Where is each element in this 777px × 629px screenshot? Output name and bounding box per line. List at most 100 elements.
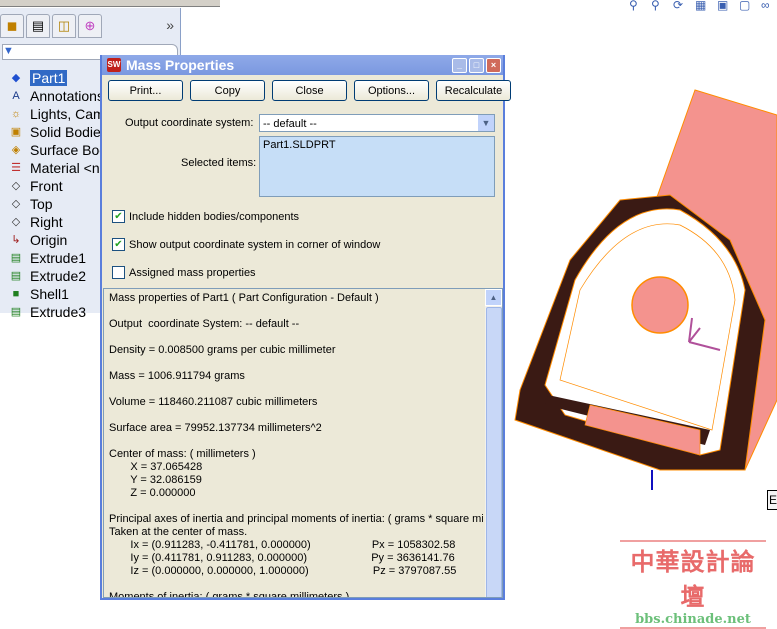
- tree-item[interactable]: ▤ Extrude3: [0, 303, 86, 321]
- result-line: Mass properties of Part1 ( Part Configur…: [109, 292, 379, 304]
- configuration-manager-tab-icon[interactable]: ◫: [52, 14, 76, 38]
- tree-item-label: Shell1: [30, 286, 69, 302]
- part-model: [514, 89, 777, 490]
- recalculate-button[interactable]: Recalculate: [436, 80, 511, 101]
- tree-item[interactable]: ◇ Right: [0, 213, 63, 231]
- result-line: Ix = (0.911283, -0.411781, 0.000000) Px …: [109, 539, 456, 551]
- tree-item-label: Solid Bodies: [30, 124, 108, 140]
- output-cs-label: Output coordinate system:: [125, 117, 254, 129]
- section-view-icon[interactable]: ▦: [695, 0, 711, 12]
- result-line: [109, 383, 483, 396]
- results-scrollbar[interactable]: ▲: [485, 289, 502, 597]
- part-icon: ◆: [11, 72, 21, 84]
- hide-show-icon[interactable]: ∞: [761, 0, 777, 12]
- result-line: [109, 500, 483, 513]
- display-style-icon[interactable]: ▢: [739, 0, 755, 12]
- extrude-icon: ▤: [10, 270, 22, 282]
- tree-item[interactable]: A Annotations: [0, 87, 104, 105]
- view-orientation-icon[interactable]: ▣: [717, 0, 733, 12]
- tree-item[interactable]: ↳ Origin: [0, 231, 67, 249]
- dialog-titlebar[interactable]: SW Mass Properties _ □ ×: [102, 55, 503, 75]
- results-textarea[interactable]: Mass properties of Part1 ( Part Configur…: [103, 288, 503, 598]
- result-line: Taken at the center of mass.: [109, 526, 248, 538]
- tree-item-label: Part1: [30, 70, 68, 86]
- selected-items-label: Selected items:: [181, 157, 257, 169]
- print-button[interactable]: Print...: [108, 80, 183, 101]
- tree-item-label: Top: [30, 196, 53, 212]
- tree-item-label: Origin: [30, 232, 68, 248]
- tree-item[interactable]: ◆ Part1: [0, 69, 68, 87]
- checkbox-icon[interactable]: [112, 266, 125, 279]
- chevron-down-icon[interactable]: ▼: [478, 115, 494, 131]
- zoom-to-fit-icon[interactable]: ⚲: [629, 0, 645, 12]
- dialog-title: Mass Properties: [126, 57, 235, 73]
- include-hidden-checkbox[interactable]: ✔ Include hidden bodies/components: [112, 210, 299, 223]
- plane-icon: ◇: [11, 180, 21, 192]
- output-cs-select[interactable]: -- default -- ▼: [259, 114, 495, 132]
- copy-button[interactable]: Copy: [190, 80, 265, 101]
- graphics-area[interactable]: [505, 14, 777, 594]
- tree-item-label: Extrude3: [30, 304, 87, 320]
- result-line: Center of mass: ( millimeters ): [109, 448, 256, 460]
- selected-items-list[interactable]: Part1.SLDPRT: [259, 136, 495, 197]
- tree-item[interactable]: ▣ Solid Bodies: [0, 123, 108, 141]
- tree-item[interactable]: ■ Shell1: [0, 285, 69, 303]
- tree-item-label: Extrude1: [30, 250, 87, 266]
- result-line: Z = 0.000000: [109, 487, 196, 499]
- viewport-label: E: [767, 490, 777, 510]
- tree-item[interactable]: ◇ Top: [0, 195, 53, 213]
- extrude-icon: ▤: [10, 252, 22, 264]
- feature-manager-tab-icon[interactable]: ◼: [0, 14, 24, 38]
- tree-item-label: Front: [30, 178, 63, 194]
- view-toolbar: ⚲ ⚲ ⟳ ▦ ▣ ▢ ∞: [629, 0, 777, 12]
- more-tabs-button[interactable]: »: [166, 14, 174, 44]
- checkbox-icon[interactable]: ✔: [112, 210, 125, 223]
- property-manager-tab-icon[interactable]: ▤: [26, 14, 50, 38]
- zoom-area-icon[interactable]: ⚲: [651, 0, 667, 12]
- options-button[interactable]: Options...: [354, 80, 429, 101]
- extrude-icon: ▤: [10, 306, 22, 318]
- tree-item-label: Annotations: [30, 88, 104, 104]
- tree-item[interactable]: ▤ Extrude1: [0, 249, 86, 267]
- result-line: Surface area = 79952.137734 millimeters^…: [109, 422, 322, 434]
- dimxpert-tab-icon[interactable]: ⊕: [78, 14, 102, 38]
- surface-bodies-icon: ◈: [11, 144, 21, 156]
- result-line: [109, 357, 483, 370]
- selected-item[interactable]: Part1.SLDPRT: [263, 139, 336, 151]
- result-line: Density = 0.008500 grams per cubic milli…: [109, 344, 336, 356]
- material-icon: ☰: [11, 162, 21, 174]
- origin-icon: ↳: [11, 234, 21, 246]
- result-line: X = 37.065428: [109, 461, 203, 473]
- tree-item-label: Right: [30, 214, 63, 230]
- scroll-thumb[interactable]: [486, 307, 502, 597]
- scroll-up-icon[interactable]: ▲: [485, 289, 502, 306]
- result-line: Volume = 118460.211087 cubic millimeters: [109, 396, 318, 408]
- plane-icon: ◇: [11, 198, 21, 210]
- result-line: [109, 305, 483, 318]
- result-line: [109, 331, 483, 344]
- solidworks-logo-icon: SW: [107, 58, 121, 72]
- close-window-button[interactable]: ×: [486, 57, 501, 73]
- result-line: [109, 409, 483, 422]
- minimize-button[interactable]: _: [452, 57, 467, 73]
- shell-icon: ■: [12, 288, 20, 300]
- checkbox-icon[interactable]: ✔: [112, 238, 125, 251]
- close-button[interactable]: Close: [272, 80, 347, 101]
- assigned-mass-checkbox[interactable]: Assigned mass properties: [112, 266, 256, 279]
- menu-bar-edge: [0, 0, 220, 7]
- solid-bodies-icon: ▣: [10, 126, 22, 138]
- result-line: Y = 32.086159: [109, 474, 202, 486]
- watermark-logo: 中華設計論壇 bbs.chinade.net: [620, 540, 766, 629]
- result-line: [109, 578, 483, 591]
- result-line: Iz = (0.000000, 0.000000, 1.000000) Pz =…: [109, 565, 457, 577]
- rotate-icon[interactable]: ⟳: [673, 0, 689, 12]
- lights-icon: ☼: [10, 108, 22, 120]
- result-line: Principal axes of inertia and principal …: [109, 513, 483, 525]
- tree-item[interactable]: ▤ Extrude2: [0, 267, 86, 285]
- annotations-icon: A: [12, 90, 20, 102]
- maximize-button[interactable]: □: [469, 57, 484, 73]
- tree-item-label: Extrude2: [30, 268, 87, 284]
- result-line: Moments of inertia: ( grams * square mil…: [109, 591, 350, 598]
- tree-item[interactable]: ◇ Front: [0, 177, 63, 195]
- show-output-cs-checkbox[interactable]: ✔ Show output coordinate system in corner…: [112, 238, 380, 251]
